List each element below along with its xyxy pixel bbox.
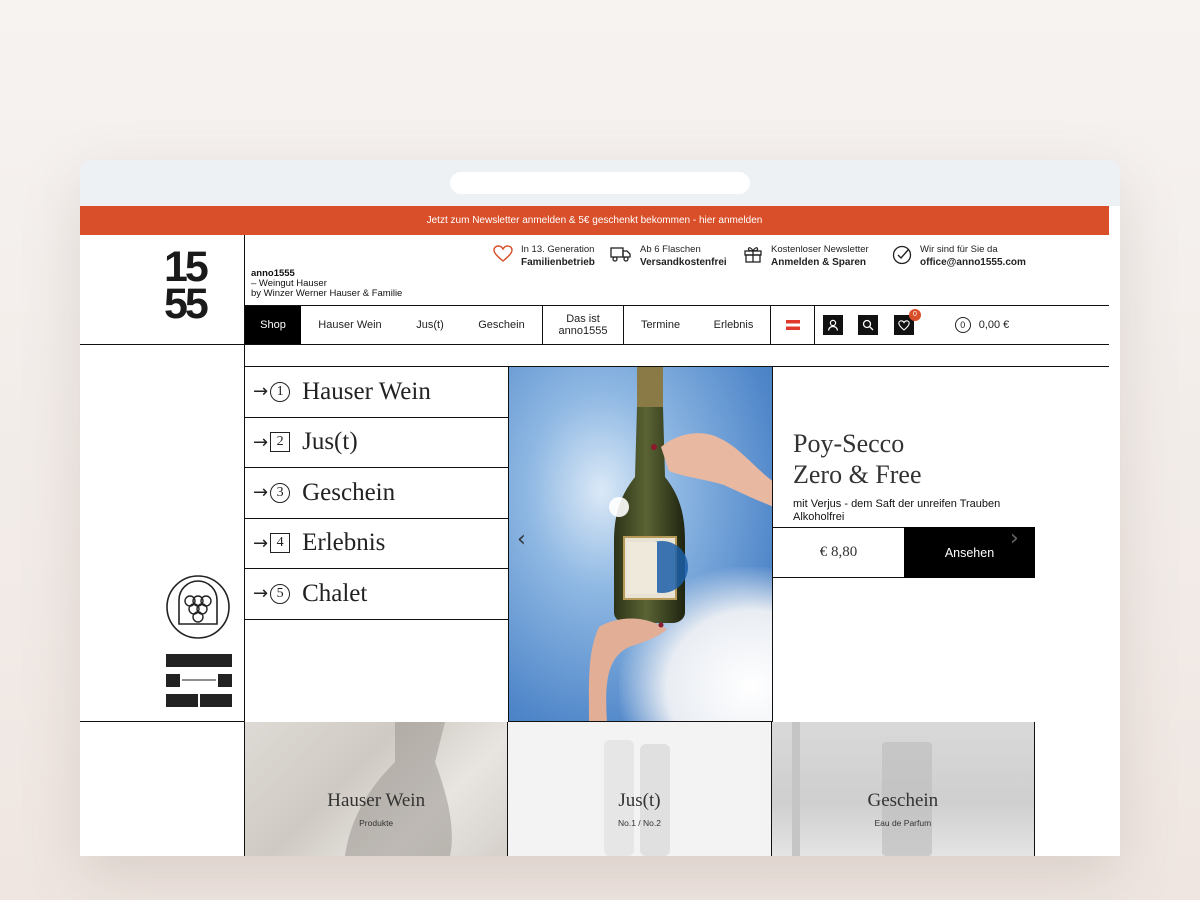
brand-owner: by Winzer Werner Hauser & Familie bbox=[251, 288, 403, 299]
menu-label: Geschein bbox=[302, 478, 396, 506]
featured-product-panel: Poy-Secco Zero & Free mit Verjus - dem S… bbox=[773, 367, 1109, 722]
browser-toolbar bbox=[80, 160, 1120, 206]
language-switcher[interactable] bbox=[770, 306, 814, 344]
grape-emblem-icon bbox=[166, 575, 230, 639]
check-icon bbox=[892, 245, 912, 265]
hero-product-image[interactable]: ‹ bbox=[508, 367, 773, 722]
truck-icon bbox=[610, 247, 631, 262]
usp-newsletter-line2: Anmelden & Sparen bbox=[771, 257, 867, 268]
cart-button[interactable]: 0 0,00 € bbox=[922, 306, 1042, 344]
left-column bbox=[80, 345, 245, 722]
search-icon bbox=[858, 315, 878, 335]
address-bar[interactable] bbox=[450, 172, 750, 194]
wine-bottle-thumbnail bbox=[345, 722, 452, 856]
gift-icon bbox=[744, 247, 762, 263]
bottle-photo bbox=[588, 367, 772, 721]
logo-line-2: 55 bbox=[164, 280, 209, 328]
usp-shipping: Ab 6 Flaschen Versandkostenfrei bbox=[610, 243, 727, 269]
arrow-right-icon: → bbox=[253, 482, 269, 504]
product-desc-line1: mit Verjus - dem Saft der unreifen Traub… bbox=[793, 498, 1001, 510]
category-menu: → 1 Hauser Wein → 2 Jus(t) → 3 Geschein … bbox=[245, 367, 509, 620]
menu-item-hauser-wein[interactable]: → 1 Hauser Wein bbox=[245, 367, 509, 418]
usp-family-line1: In 13. Generation bbox=[521, 244, 595, 255]
newsletter-promo-banner[interactable]: Jetzt zum Newsletter anmelden & 5€ gesch… bbox=[80, 206, 1109, 235]
nav-just[interactable]: Jus(t) bbox=[399, 306, 461, 344]
menu-number: 2 bbox=[270, 432, 291, 453]
usp-contact-line1: Wir sind für Sie da bbox=[920, 244, 998, 255]
menu-label: Erlebnis bbox=[302, 529, 386, 557]
main-navigation: Shop Hauser Wein Jus(t) Geschein Das ist… bbox=[245, 305, 1109, 345]
nav-das-ist-anno1555[interactable]: Das ist anno1555 bbox=[542, 306, 623, 344]
card-hauser-wein[interactable]: Hauser Wein Produkte bbox=[245, 722, 509, 856]
browser-window: Jetzt zum Newsletter anmelden & 5€ gesch… bbox=[80, 160, 1120, 856]
site: 15 55 anno1555 – Weingut Hauser by Winze… bbox=[80, 235, 1109, 856]
menu-label: Chalet bbox=[302, 579, 368, 607]
product-description: mit Verjus - dem Saft der unreifen Traub… bbox=[793, 498, 1000, 524]
nav-shop[interactable]: Shop bbox=[245, 306, 301, 344]
card-title: Jus(t) bbox=[618, 790, 661, 811]
usp-family: In 13. Generation Familienbetrieb bbox=[493, 243, 595, 269]
nav-hauser-wein[interactable]: Hauser Wein bbox=[301, 306, 399, 344]
logo-cell: 15 55 bbox=[80, 235, 245, 345]
menu-item-geschein[interactable]: → 3 Geschein bbox=[245, 468, 509, 519]
brick-emblem-icon bbox=[166, 654, 232, 707]
product-title-line2: Zero & Free bbox=[793, 460, 922, 489]
menu-item-erlebnis[interactable]: → 4 Erlebnis bbox=[245, 519, 509, 569]
bottom-left-cell bbox=[80, 722, 245, 856]
usp-family-line2: Familienbetrieb bbox=[521, 257, 595, 268]
menu-item-just[interactable]: → 2 Jus(t) bbox=[245, 418, 509, 468]
juice-bottles-thumbnail bbox=[604, 740, 671, 856]
product-price: € 8,80 bbox=[773, 527, 904, 578]
card-just[interactable]: Jus(t) No.1 / No.2 bbox=[508, 722, 772, 856]
usp-contact[interactable]: Wir sind für Sie da office@anno1555.com bbox=[892, 243, 1026, 269]
usp-newsletter[interactable]: Kostenloser Newsletter Anmelden & Sparen bbox=[743, 243, 869, 269]
wishlist-count-badge: 0 bbox=[909, 309, 921, 321]
heart-icon bbox=[493, 245, 513, 262]
card-title: Hauser Wein bbox=[327, 790, 426, 811]
usp-contact-email[interactable]: office@anno1555.com bbox=[920, 256, 1026, 269]
usp-shipping-line1: Ab 6 Flaschen bbox=[640, 244, 701, 255]
card-subtitle: Produkte bbox=[359, 818, 394, 828]
account-button[interactable] bbox=[814, 306, 850, 344]
nav-das-ist-line1: Das ist bbox=[566, 313, 600, 325]
menu-number: 1 bbox=[270, 381, 291, 402]
usp-shipping-line2: Versandkostenfrei bbox=[640, 257, 727, 268]
carousel-next-button[interactable]: › bbox=[1010, 526, 1019, 551]
usp-newsletter-line1: Kostenloser Newsletter bbox=[771, 244, 869, 255]
product-title: Poy-Secco Zero & Free bbox=[793, 428, 922, 490]
menu-label: Hauser Wein bbox=[302, 377, 431, 405]
arrow-right-icon: → bbox=[253, 381, 269, 403]
menu-number: 5 bbox=[270, 583, 291, 604]
arrow-right-icon: → bbox=[253, 583, 269, 605]
search-button[interactable] bbox=[850, 306, 886, 344]
product-title-line1: Poy-Secco bbox=[793, 429, 905, 458]
card-geschein[interactable]: Geschein Eau de Parfum bbox=[771, 722, 1035, 856]
arrow-right-icon: → bbox=[253, 532, 269, 554]
user-icon bbox=[822, 315, 843, 335]
perfume-thumbnail bbox=[791, 722, 932, 856]
menu-item-chalet[interactable]: → 5 Chalet bbox=[245, 569, 509, 620]
nav-das-ist-line2: anno1555 bbox=[558, 325, 608, 337]
menu-number: 4 bbox=[270, 533, 291, 554]
card-subtitle: No.1 / No.2 bbox=[617, 818, 661, 828]
arrow-right-icon: → bbox=[253, 431, 269, 453]
card-subtitle: Eau de Parfum bbox=[874, 818, 932, 828]
category-cards: Hauser Wein Produkte Jus(t) No.1 / No.2 … bbox=[245, 722, 1035, 856]
nav-geschein[interactable]: Geschein bbox=[461, 306, 542, 344]
menu-number: 3 bbox=[270, 482, 291, 503]
heart-outline-icon: 0 bbox=[894, 309, 921, 335]
menu-label: Jus(t) bbox=[302, 428, 358, 456]
brand-tagline: anno1555 – Weingut Hauser by Winzer Wern… bbox=[251, 269, 402, 299]
site-logo[interactable]: 15 55 bbox=[164, 246, 234, 328]
card-title: Geschein bbox=[867, 790, 939, 811]
austria-flag-icon bbox=[785, 320, 800, 330]
wishlist-button[interactable]: 0 bbox=[886, 306, 922, 344]
cart-item-count: 0 bbox=[954, 317, 971, 333]
nav-termine[interactable]: Termine bbox=[623, 306, 697, 344]
spacer-row bbox=[245, 345, 1109, 367]
carousel-prev-button[interactable]: ‹ bbox=[517, 527, 526, 552]
product-desc-line2: Alkoholfrei bbox=[793, 511, 845, 523]
cart-total: 0,00 € bbox=[978, 319, 1010, 331]
nav-erlebnis[interactable]: Erlebnis bbox=[697, 306, 770, 344]
